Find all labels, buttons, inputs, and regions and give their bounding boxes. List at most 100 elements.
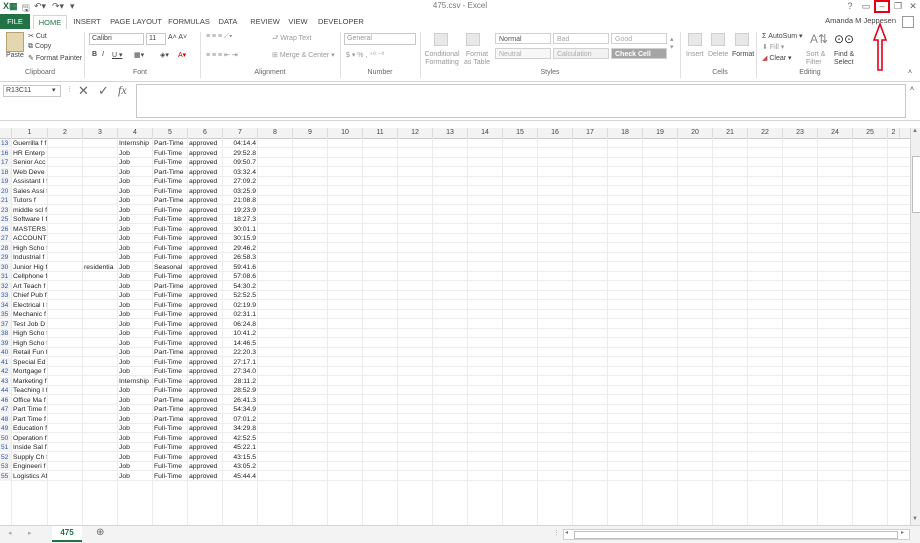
cell[interactable]: Job <box>119 263 153 272</box>
cell[interactable] <box>84 405 118 414</box>
cell[interactable]: approved <box>189 244 226 253</box>
cell[interactable]: Logistics Af <box>13 472 48 481</box>
format-as-table-button[interactable]: Format as Table <box>462 51 492 67</box>
cell[interactable] <box>84 206 118 215</box>
cell[interactable] <box>84 291 118 300</box>
cell[interactable]: approved <box>189 301 226 310</box>
cell[interactable]: middle scl f <box>13 206 48 215</box>
cell[interactable] <box>84 225 118 234</box>
cell[interactable] <box>84 253 118 262</box>
cell[interactable]: Part-Time <box>154 405 191 414</box>
column-header[interactable]: 17 <box>573 128 608 138</box>
cell[interactable]: Job <box>119 291 153 300</box>
cell[interactable]: Assistant I f <box>13 177 48 186</box>
cell[interactable]: 34:29.8 <box>224 424 256 433</box>
column-header[interactable]: 15 <box>503 128 538 138</box>
cell[interactable]: approved <box>189 168 226 177</box>
cell[interactable]: 04:14.4 <box>224 139 256 148</box>
cell[interactable]: 03:25.9 <box>224 187 256 196</box>
cell[interactable]: 27:17.1 <box>224 358 256 367</box>
cell[interactable]: Internship <box>119 139 153 148</box>
insert-button[interactable]: Insert <box>686 51 704 58</box>
cell[interactable]: approved <box>189 377 226 386</box>
cell[interactable] <box>84 244 118 253</box>
cell[interactable]: approved <box>189 215 226 224</box>
cell[interactable] <box>84 358 118 367</box>
merge-center-button[interactable]: ⊞ Merge & Center ▾ <box>272 51 335 59</box>
format-painter-button[interactable]: ✎ Format Painter <box>28 54 82 62</box>
cell[interactable]: approved <box>189 139 226 148</box>
cell[interactable]: Job <box>119 187 153 196</box>
cell[interactable]: approved <box>189 282 226 291</box>
style-neutral[interactable]: Neutral <box>495 48 551 59</box>
cut-button[interactable]: ✂ Cut <box>28 32 47 40</box>
cell[interactable]: Full-Time <box>154 253 191 262</box>
cell[interactable]: Job <box>119 301 153 310</box>
cell[interactable]: 42:52.5 <box>224 434 256 443</box>
cell[interactable] <box>84 348 118 357</box>
cell[interactable]: Job <box>119 196 153 205</box>
paste-button[interactable]: Paste <box>6 52 24 59</box>
cell[interactable]: 29:52.8 <box>224 149 256 158</box>
find-select-button[interactable]: Find & Select <box>834 51 858 67</box>
styles-scroll-icon[interactable]: ▴ ▾ <box>670 35 674 51</box>
cell[interactable]: Job <box>119 272 153 281</box>
cell[interactable]: Special Ed f <box>13 358 48 367</box>
select-all-corner[interactable] <box>0 128 12 138</box>
tab-review[interactable]: REVIEW <box>250 15 280 28</box>
cell[interactable]: Part-Time <box>154 139 191 148</box>
cell[interactable] <box>84 196 118 205</box>
cell[interactable]: Job <box>119 424 153 433</box>
cell[interactable]: residentia <box>84 263 118 272</box>
cell[interactable] <box>84 339 118 348</box>
align-left-icons[interactable]: ≡ ≡ ≡ ⇤ ⇥ <box>206 51 238 59</box>
expand-formula-bar-icon[interactable]: ˄ <box>910 86 914 93</box>
cell[interactable]: 09:50.7 <box>224 158 256 167</box>
cell[interactable] <box>84 443 118 452</box>
cell[interactable] <box>84 234 118 243</box>
cell[interactable]: 45:44.4 <box>224 472 256 481</box>
cell[interactable] <box>84 215 118 224</box>
cell[interactable]: Job <box>119 405 153 414</box>
enter-icon[interactable]: ✓ <box>98 83 109 99</box>
cell[interactable] <box>84 329 118 338</box>
cell[interactable]: Guerrilla f f <box>13 139 48 148</box>
cell[interactable]: approved <box>189 149 226 158</box>
cell[interactable]: approved <box>189 329 226 338</box>
cell[interactable]: Full-Time <box>154 215 191 224</box>
column-header[interactable]: 8 <box>258 128 293 138</box>
cell[interactable]: 14:46.5 <box>224 339 256 348</box>
cell[interactable]: 59:41.6 <box>224 263 256 272</box>
cell[interactable] <box>84 415 118 424</box>
borders-icon[interactable]: ▦▾ <box>134 51 144 59</box>
column-header[interactable]: 9 <box>293 128 328 138</box>
cell[interactable]: approved <box>189 358 226 367</box>
cell[interactable]: Job <box>119 310 153 319</box>
cell[interactable]: Education f <box>13 424 48 433</box>
column-header[interactable]: 3 <box>83 128 118 138</box>
cancel-icon[interactable]: ✕ <box>78 83 89 99</box>
cell[interactable]: High Scho f <box>13 339 48 348</box>
scroll-down-icon[interactable]: ▼ <box>912 516 918 522</box>
style-bad[interactable]: Bad <box>553 33 609 44</box>
cell[interactable]: approved <box>189 443 226 452</box>
cell[interactable]: Full-Time <box>154 310 191 319</box>
column-header[interactable]: 4 <box>118 128 153 138</box>
cell[interactable]: Part-Time <box>154 168 191 177</box>
cell[interactable]: approved <box>189 415 226 424</box>
format-table-icon[interactable] <box>466 33 480 46</box>
sheet-tab-475[interactable]: 475 <box>52 526 82 542</box>
cell[interactable]: Tutors f <box>13 196 48 205</box>
cell[interactable]: 07:01.2 <box>224 415 256 424</box>
cell[interactable]: approved <box>189 177 226 186</box>
cell[interactable]: Sales Assi f <box>13 187 48 196</box>
column-header[interactable]: 7 <box>223 128 258 138</box>
cell[interactable] <box>84 187 118 196</box>
cell[interactable]: Job <box>119 358 153 367</box>
cell[interactable]: Full-Time <box>154 158 191 167</box>
wrap-text-button[interactable]: ⮐ Wrap Text <box>272 34 312 45</box>
help-icon[interactable]: ? <box>842 0 858 12</box>
cell[interactable]: Cellphone f <box>13 272 48 281</box>
cell[interactable]: Part-Time <box>154 415 191 424</box>
number-format-icons[interactable]: $ ▾ % , ⁺⁰ ⁻⁰ <box>346 51 384 59</box>
